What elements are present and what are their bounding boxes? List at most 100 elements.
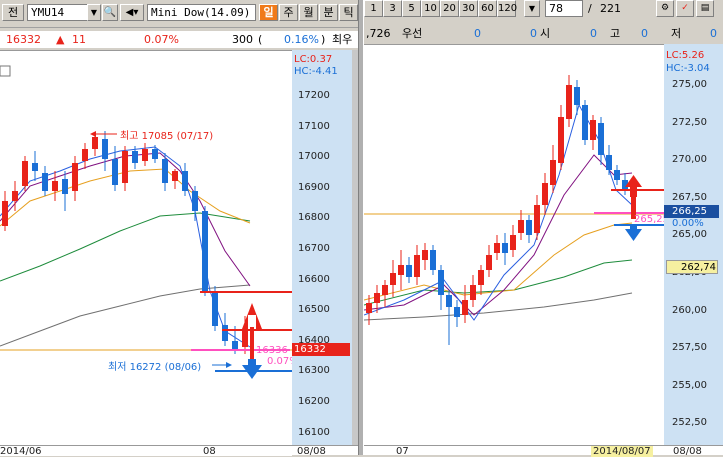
candle-body: [446, 295, 452, 307]
candle-body: [566, 85, 572, 119]
status-v1: 0: [474, 27, 481, 40]
candle-body: [72, 163, 78, 191]
x-label-start: 2014/06: [0, 446, 42, 457]
candle-body: [502, 243, 508, 253]
symbol-dropdown-button[interactable]: ▼: [87, 4, 101, 21]
lc-label: LC:0.37: [294, 54, 333, 65]
timeframe-button-3[interactable]: 3: [383, 0, 402, 17]
candle-body: [550, 160, 556, 185]
y-tick-label: 257,50: [672, 342, 707, 354]
price-change: 11: [72, 33, 86, 46]
low-annotation: 최저 16272 (08/06): [108, 362, 202, 373]
right-small-label: 265,25: [634, 214, 664, 225]
y-tick-label: 270,00: [672, 154, 707, 166]
timeframe-button-10[interactable]: 10: [421, 0, 440, 17]
candle-body: [132, 151, 138, 163]
y-tick-label: 255,00: [672, 379, 707, 391]
right-toolbar: 1 3 5 10 20 30 60 120 ▼ 78 / 221 ⚙ ✓ ▤: [364, 0, 723, 20]
candle-body: [366, 303, 372, 313]
candle-body: [470, 285, 476, 300]
candle-body: [542, 183, 548, 205]
y-tick-label: 252,50: [672, 417, 707, 429]
timeframe-button-1[interactable]: 1: [364, 0, 383, 17]
timeframe-button-30[interactable]: 30: [459, 0, 478, 17]
y-tick-label: 16100: [298, 426, 330, 438]
period-day-button[interactable]: 일: [259, 4, 278, 21]
overlay-price-label: 16336: [256, 345, 288, 356]
candle-body: [422, 250, 428, 260]
timeframe-button-60[interactable]: 60: [478, 0, 497, 17]
candle-body: [52, 181, 58, 191]
symbol-input[interactable]: YMU14: [27, 4, 89, 21]
right-hc-label: HC:-3.04: [666, 63, 710, 74]
y-tick-label: 16700: [298, 243, 330, 254]
status-label-low: 저: [671, 27, 682, 40]
period-minute-button[interactable]: 분: [319, 4, 338, 21]
status-v2: 0: [530, 27, 537, 40]
candle-body: [12, 191, 18, 201]
candle-body: [534, 205, 540, 233]
x-label-mid: 08: [203, 446, 216, 457]
x-label-end: 08/08: [297, 446, 326, 457]
change-arrow-icon: ▲: [56, 33, 65, 46]
right-pct-tag: 0.00%: [672, 218, 704, 229]
chart-type-icon[interactable]: ✓: [676, 0, 694, 17]
candle-body: [122, 151, 128, 183]
candle-body: [454, 307, 460, 317]
timeframe-button-20[interactable]: 20: [440, 0, 459, 17]
status-v3: 0: [590, 27, 597, 40]
candle-body: [22, 161, 28, 186]
status-value: ,726: [366, 27, 391, 40]
candle-body: [192, 191, 198, 211]
timeframe-dropdown-button[interactable]: ▼: [524, 0, 540, 17]
y-tick-label: 265,00: [672, 229, 707, 241]
right-y-axis[interactable]: LC:5.26 HC:-3.04 275,00 272,50 270,00 267,5…: [664, 44, 723, 445]
bar-count-input[interactable]: 78: [545, 0, 583, 17]
paren-close: ): [321, 33, 326, 46]
candle-body: [382, 285, 388, 295]
y-tick-label: 17100: [298, 120, 330, 132]
left-y-axis[interactable]: LC:0.37 HC:-4.41 17200 17100 17000 16900 168…: [292, 50, 356, 446]
period-tick-button[interactable]: 틱: [339, 4, 358, 21]
right-x-label-end: 08/08: [673, 446, 702, 457]
candle-body: [510, 235, 516, 250]
timeframe-button-5[interactable]: 5: [402, 0, 421, 17]
r-ma120-line: [364, 292, 633, 321]
menu-button[interactable]: 전: [2, 4, 24, 21]
search-icon[interactable]: 🔍: [102, 4, 118, 21]
right-lc-label: LC:5.26: [666, 50, 705, 61]
tool-icon[interactable]: ⚙: [656, 0, 674, 17]
status-v4: 0: [641, 27, 648, 40]
candle-body: [2, 201, 8, 226]
current-price: 16332: [6, 33, 41, 46]
candle-body: [374, 293, 380, 303]
indicator-icon[interactable]: ▤: [696, 0, 714, 17]
change-percent: 0.07%: [144, 33, 179, 46]
y-tick-label: 16600: [298, 273, 330, 285]
count-separator: /: [588, 2, 592, 15]
period-week-button[interactable]: 주: [279, 4, 298, 21]
hc-label: HC:-4.41: [294, 66, 338, 77]
paren-open: (: [258, 33, 263, 46]
right-x-label-mid: 2014/08/07: [591, 446, 653, 457]
candle-body: [574, 87, 580, 105]
candle-body: [398, 265, 404, 275]
candle-body: [202, 211, 208, 291]
period-month-button[interactable]: 월: [299, 4, 318, 21]
y-tick-label: 260,00: [672, 304, 707, 316]
candle-body: [390, 273, 396, 285]
candle-body: [232, 341, 238, 349]
candle-body: [614, 170, 620, 180]
left-window: 전 YMU14 ▼ 🔍 ◀▾ Mini Dow(14.09) 일 주 월 분 틱…: [0, 0, 358, 457]
right-x-label-start: 07: [396, 446, 409, 457]
right-chart-area[interactable]: 265,25: [364, 44, 664, 446]
candle-body: [526, 220, 532, 235]
status-label-high: 고: [610, 27, 621, 40]
y-tick-label: 16500: [298, 304, 330, 316]
candle-body: [152, 149, 158, 159]
instrument-name-field: Mini Dow(14.09): [147, 4, 256, 21]
speaker-icon[interactable]: ◀▾: [120, 4, 144, 21]
timeframe-button-120[interactable]: 120: [497, 0, 517, 17]
left-chart-area[interactable]: 최고 17085 (07/17) 최저 16272 (08/06) 16336 …: [0, 50, 292, 456]
candle-body: [82, 149, 88, 161]
